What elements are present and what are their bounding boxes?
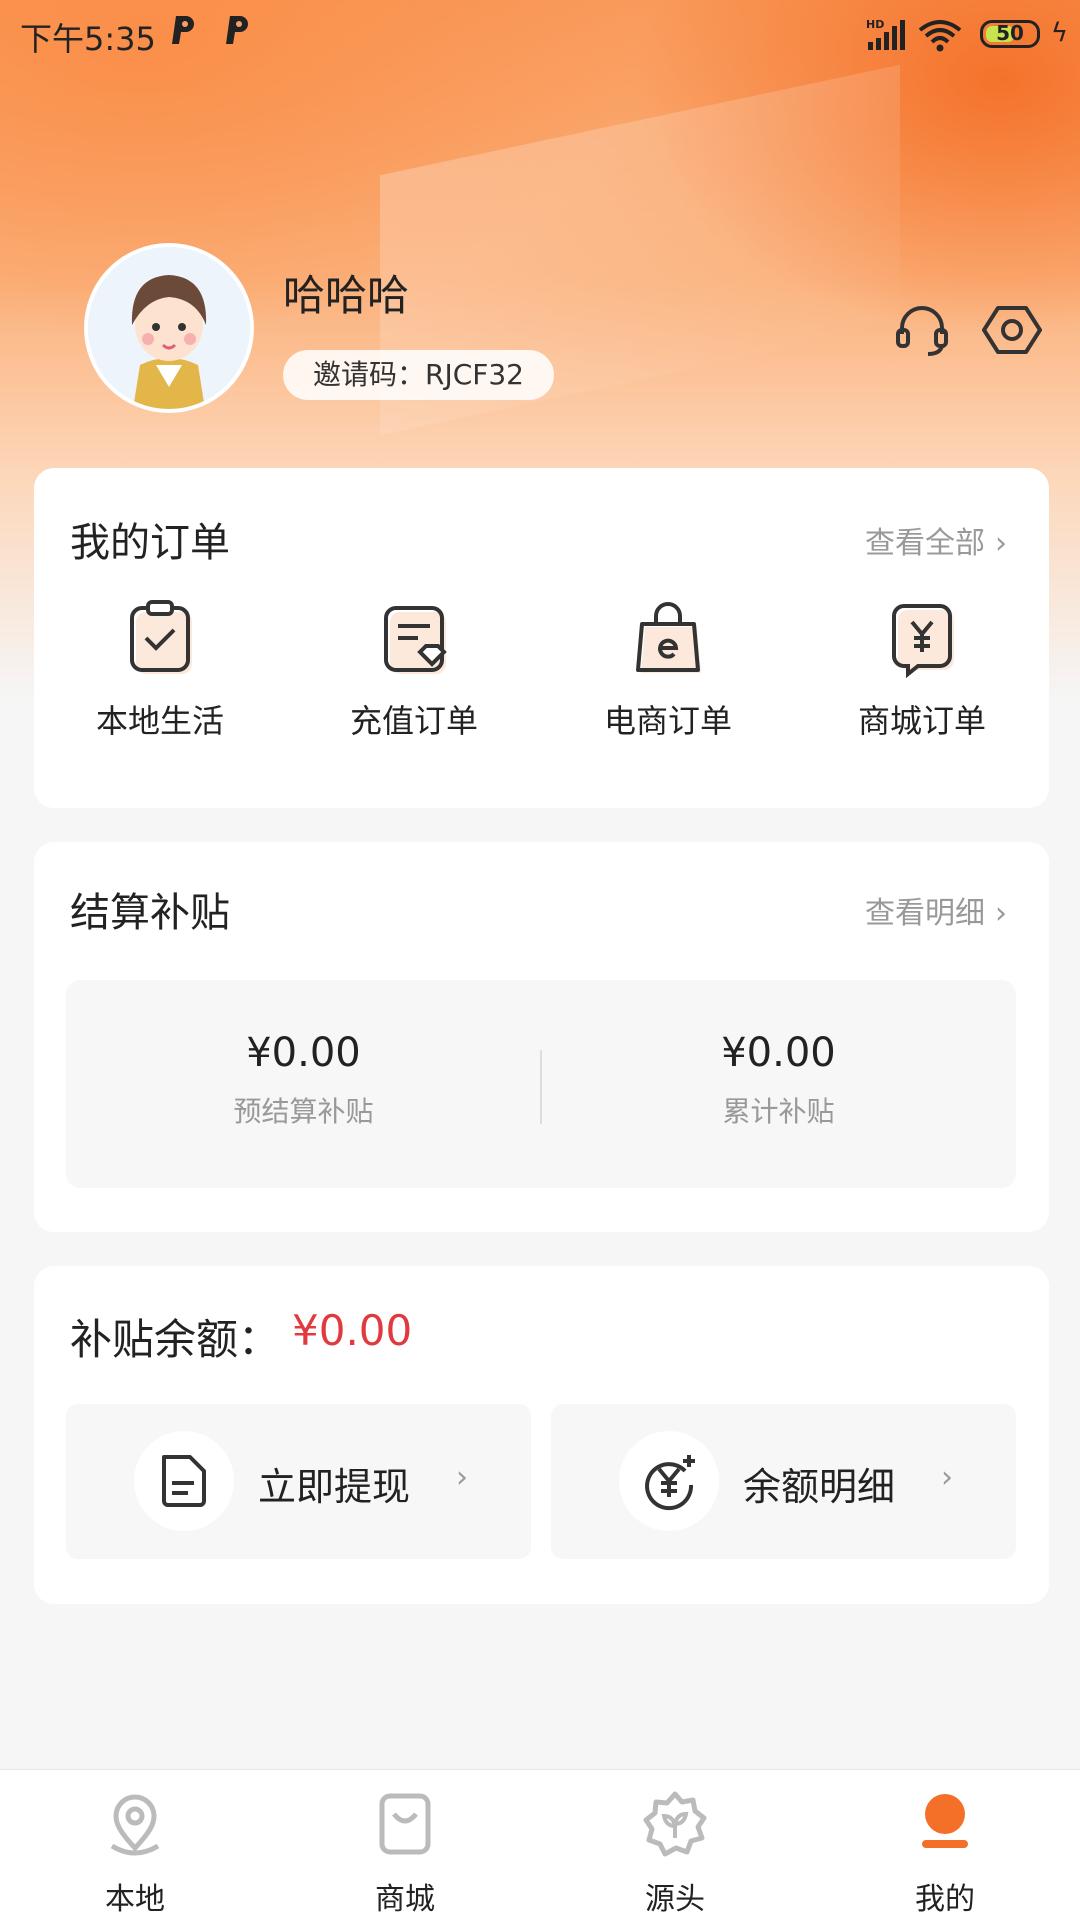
order-recharge[interactable]: 充值订单 <box>314 598 514 742</box>
nav-label: 源头 <box>645 1882 705 1917</box>
sprout-badge-icon <box>643 1791 707 1857</box>
total-subsidy-amount: ¥0.00 <box>721 1030 836 1076</box>
shopping-bag-icon <box>379 1793 431 1855</box>
nav-item-local[interactable]: 本地 <box>35 1790 235 1918</box>
parking-app-icon <box>226 16 248 44</box>
charging-icon: ϟ <box>1050 18 1068 48</box>
yuan-plus-icon <box>645 1455 695 1511</box>
view-all-orders-link[interactable]: 查看全部 › <box>865 518 1007 562</box>
nav-item-mine[interactable]: 我的 <box>845 1790 1045 1918</box>
order-ecommerce[interactable]: 电商订单 <box>568 598 768 742</box>
balance-detail-label: 余额明细 <box>743 1465 896 1509</box>
chevron-right-icon: › <box>456 1460 468 1495</box>
balance-detail-icon-wrap <box>619 1431 719 1531</box>
username: 哈哈哈 <box>283 271 410 320</box>
pre-settlement-subsidy: ¥0.00 预结算补贴 <box>66 1030 541 1130</box>
location-pin-icon <box>110 1794 160 1856</box>
total-subsidy-label: 累计补贴 <box>722 1095 835 1128</box>
chevron-right-icon: › <box>995 526 1007 561</box>
order-types: 本地生活 充值订单 电商订单 商城订单 <box>34 598 1049 768</box>
withdraw-document-icon <box>162 1455 206 1507</box>
balance-card: 补贴余额： ¥0.00 立即提现 › 余额明细 › <box>34 1266 1049 1604</box>
invite-code-badge[interactable]: 邀请码：RJCF32 <box>283 350 554 400</box>
order-item-label: 商城订单 <box>857 702 986 740</box>
nav-label: 我的 <box>915 1882 975 1917</box>
settlement-summary: ¥0.00 预结算补贴 ¥0.00 累计补贴 <box>66 980 1016 1188</box>
balance-value: ¥0.00 <box>292 1306 413 1355</box>
settlement-title: 结算补贴 <box>70 890 230 936</box>
nav-item-mall[interactable]: 商城 <box>305 1790 505 1918</box>
order-item-label: 充值订单 <box>349 702 478 740</box>
shopping-bag-icon <box>636 602 701 673</box>
nav-label: 本地 <box>105 1882 165 1917</box>
user-icon <box>922 1794 968 1848</box>
signal-icon: HD <box>866 18 905 50</box>
document-gem-icon <box>384 606 447 674</box>
wifi-icon <box>918 20 962 52</box>
balance-detail-button[interactable]: 余额明细 › <box>551 1404 1016 1559</box>
total-subsidy: ¥0.00 累计补贴 <box>541 1030 1016 1130</box>
nav-item-source[interactable]: 源头 <box>575 1790 775 1918</box>
yuan-receipt-icon <box>892 604 954 678</box>
avatar[interactable] <box>84 243 254 413</box>
balance-label: 补贴余额： <box>70 1315 281 1364</box>
avatar-illustration <box>88 247 250 409</box>
parking-app-icon <box>172 16 194 44</box>
settlement-card: 结算补贴 查看明细 › ¥0.00 预结算补贴 ¥0.00 累计补贴 <box>34 842 1049 1232</box>
orders-title: 我的订单 <box>70 520 230 566</box>
view-settlement-detail-link[interactable]: 查看明细 › <box>865 888 1007 932</box>
withdraw-label: 立即提现 <box>258 1465 411 1509</box>
order-item-label: 本地生活 <box>95 702 224 740</box>
order-local-life[interactable]: 本地生活 <box>60 598 260 742</box>
status-time: 下午5:35 <box>20 20 156 58</box>
chevron-right-icon: › <box>995 896 1007 931</box>
nav-label: 商城 <box>375 1882 435 1917</box>
clipboard-check-icon <box>130 600 192 674</box>
order-mall[interactable]: 商城订单 <box>822 598 1022 742</box>
settings-icon[interactable] <box>982 300 1042 360</box>
customer-service-icon[interactable] <box>892 300 952 360</box>
withdraw-icon-wrap <box>134 1431 234 1531</box>
pre-settlement-label: 预结算补贴 <box>233 1095 374 1128</box>
battery-icon: 50 <box>980 20 1040 48</box>
withdraw-button[interactable]: 立即提现 › <box>66 1404 531 1559</box>
bottom-navigation: 本地 商城 源头 我的 <box>0 1769 1080 1920</box>
status-bar: 下午5:35 HD 50 ϟ <box>0 0 1080 72</box>
pre-settlement-amount: ¥0.00 <box>246 1030 361 1076</box>
order-item-label: 电商订单 <box>603 702 732 740</box>
orders-card: 我的订单 查看全部 › 本地生活 充值订单 电商订单 商城订单 <box>34 468 1049 808</box>
svg-text:HD: HD <box>866 18 884 31</box>
chevron-right-icon: › <box>941 1460 953 1495</box>
